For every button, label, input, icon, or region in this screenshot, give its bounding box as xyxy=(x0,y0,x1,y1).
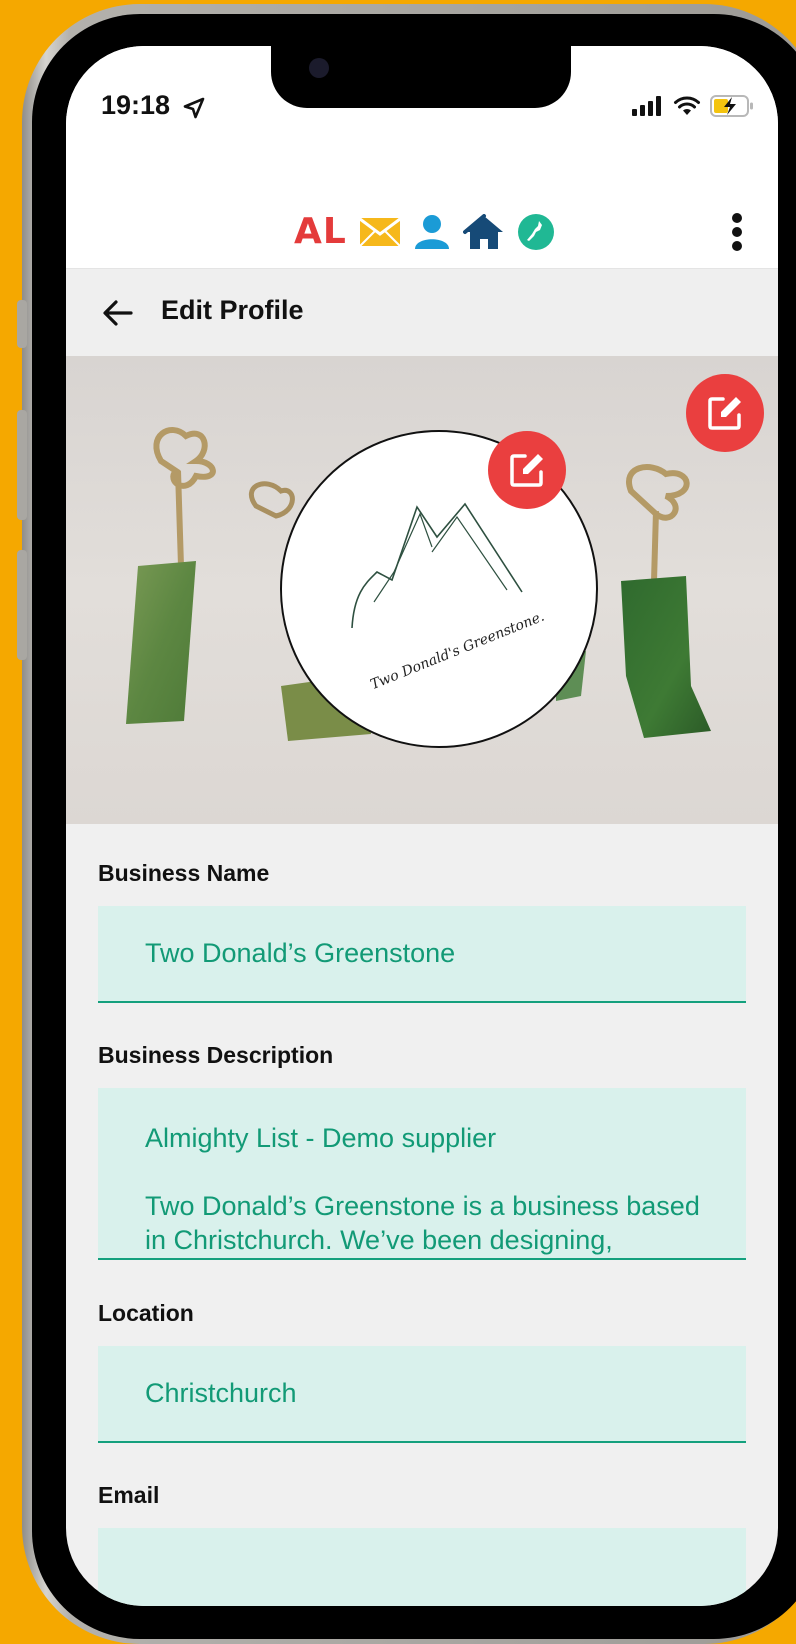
business-description-field[interactable]: Almighty List - Demo supplier Two Donald… xyxy=(98,1088,746,1260)
title-bar: Edit Profile xyxy=(66,269,778,356)
edit-icon xyxy=(708,397,741,430)
edit-logo-button[interactable] xyxy=(488,431,566,509)
app-header: AL xyxy=(66,146,778,269)
email-label: Email xyxy=(98,1482,160,1508)
wifi-icon xyxy=(674,96,700,115)
location-arrow-icon xyxy=(183,97,205,119)
app-screen: 19:18 AL Edit Profile Two Donald's Green… xyxy=(66,46,778,1606)
header-nav: AL xyxy=(294,211,555,252)
business-name-field[interactable]: Two Donald’s Greenstone xyxy=(98,906,746,1003)
mail-icon[interactable] xyxy=(358,216,401,248)
business-name-label: Business Name xyxy=(98,860,270,886)
logo-script-text: Two Donald's Greenstone. xyxy=(368,609,547,694)
app-logo[interactable]: AL xyxy=(294,211,347,252)
location-label: Location xyxy=(98,1300,194,1326)
location-field[interactable]: Christchurch xyxy=(98,1346,746,1443)
location-value: Christchurch xyxy=(145,1378,297,1408)
volume-down-button xyxy=(17,550,27,660)
status-indicators xyxy=(632,94,754,118)
business-description-label: Business Description xyxy=(98,1042,334,1068)
battery-charging-icon xyxy=(710,95,753,117)
volume-up-button xyxy=(17,410,27,520)
edit-icon xyxy=(510,454,543,487)
back-arrow-icon[interactable] xyxy=(102,297,134,329)
user-icon[interactable] xyxy=(413,214,451,250)
nz-map-icon[interactable] xyxy=(517,213,555,251)
page-title: Edit Profile xyxy=(161,295,304,325)
more-menu-icon[interactable] xyxy=(730,212,744,252)
camera-notch xyxy=(271,46,571,108)
email-field[interactable] xyxy=(98,1528,746,1606)
status-time: 19:18 xyxy=(101,90,171,120)
home-icon[interactable] xyxy=(462,213,505,250)
cover-image: Two Donald's Greenstone. xyxy=(66,356,778,824)
front-camera xyxy=(309,58,329,78)
mute-switch xyxy=(17,300,27,348)
business-description-value: Almighty List - Demo supplier Two Donald… xyxy=(145,1123,700,1255)
edit-cover-button[interactable] xyxy=(686,374,764,452)
signal-icon xyxy=(632,96,661,116)
business-name-value: Two Donald’s Greenstone xyxy=(145,938,456,968)
